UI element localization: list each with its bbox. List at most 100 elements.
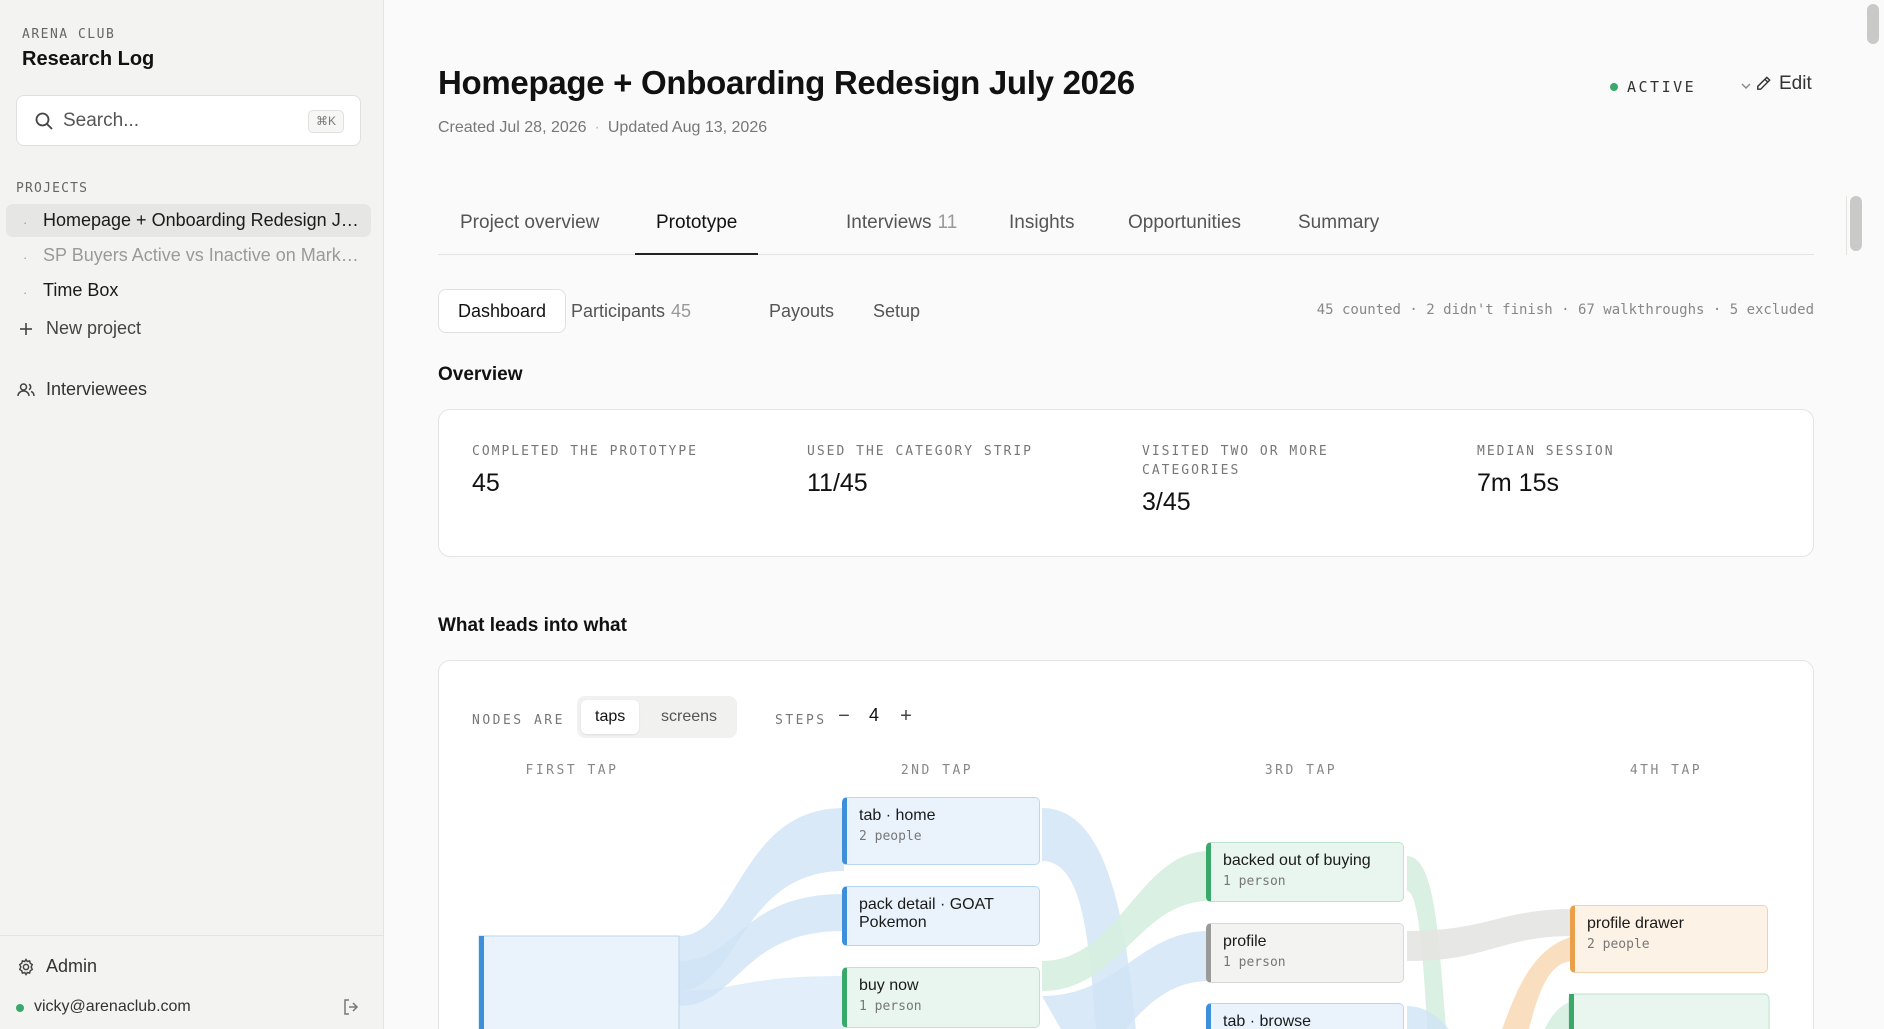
user-email: vicky@arenaclub.com — [34, 998, 191, 1015]
node-label: tab · home — [859, 807, 936, 824]
tab-project-overview[interactable]: Project overview — [460, 212, 599, 255]
window-scrollbar-thumb[interactable] — [1867, 4, 1879, 44]
sidebar-item-project[interactable]: · SP Buyers Active vs Inactive on Market… — [6, 239, 371, 272]
stat-label: VISITED TWO OR MORE CATEGORIES — [1142, 444, 1329, 478]
updated-date: Updated Aug 13, 2026 — [607, 119, 768, 136]
node-label: tab · browse — [1223, 1013, 1312, 1029]
subtab-participants[interactable]: Participants 45 — [551, 289, 711, 333]
flow-node[interactable]: pack detail · GOAT Pokemon — [842, 886, 1040, 946]
tab-label: Project overview — [460, 212, 600, 233]
node-label: buy now — [859, 977, 919, 994]
tabs-scrollbar[interactable] — [1846, 196, 1862, 255]
node-count: 1 person — [1223, 874, 1286, 889]
flow-node-4th-tap-green-accent — [1569, 994, 1574, 1029]
stat-completed: COMPLETED THE PROTOTYPE 45 — [472, 442, 772, 498]
subtab-dashboard[interactable]: Dashboard — [438, 289, 567, 333]
tab-count: 11 — [937, 212, 958, 233]
flow-heading: What leads into what — [438, 615, 627, 636]
sidebar-item-project[interactable]: · Homepage + Onboarding Redesign July 20… — [6, 204, 371, 237]
search-box[interactable]: ⌘K — [16, 95, 361, 146]
sidebar: ARENA CLUB Research Log ⌘K PROJECTS · Ho… — [0, 0, 384, 1029]
tab-summary[interactable]: Summary — [1298, 212, 1379, 255]
search-icon — [35, 112, 53, 130]
node-label: profile — [1223, 933, 1267, 950]
created-date: Created Jul 28, 2026 — [438, 119, 587, 136]
interviewees-label: Interviewees — [46, 379, 148, 399]
project-label: Time Box — [43, 280, 119, 300]
flow-node[interactable]: tab · home 2 people — [842, 797, 1040, 865]
flow-node[interactable]: profile 1 person — [1206, 923, 1404, 983]
pencil-icon — [1757, 76, 1771, 90]
prototype-subtabs: Dashboard Participants 45 Payouts Setup 4… — [438, 289, 1814, 333]
sidebar-item-interviewees[interactable]: Interviewees — [16, 375, 356, 405]
stat-label: MEDIAN SESSION — [1477, 444, 1615, 459]
search-shortcut: ⌘K — [307, 110, 344, 133]
tab-label: Opportunities — [1128, 212, 1242, 233]
subtab-label: Payouts — [769, 301, 835, 321]
flow-links — [478, 808, 1770, 1029]
subtab-setup[interactable]: Setup — [853, 289, 940, 333]
stat-value: 45 — [472, 469, 500, 497]
admin-link[interactable]: Admin — [16, 952, 356, 982]
stat-label: COMPLETED THE PROTOTYPE — [472, 444, 699, 459]
edit-label: Edit — [1779, 73, 1812, 94]
flow-node-first-tap — [478, 935, 680, 1029]
overview-heading: Overview — [438, 364, 523, 385]
tab-label: Insights — [1009, 212, 1075, 233]
tab-prototype[interactable]: Prototype — [635, 212, 759, 255]
sidebar-footer: Admin vicky@arenaclub.com — [0, 935, 383, 1029]
sidebar-item-project[interactable]: · Time Box — [6, 274, 371, 307]
subtab-label: Dashboard — [458, 301, 547, 321]
search-input[interactable] — [63, 107, 303, 135]
page-meta: Created Jul 28, 2026 · Updated Aug 13, 202… — [438, 119, 767, 137]
flow-node[interactable]: buy now 1 person — [842, 967, 1040, 1028]
flow-node[interactable]: tab · browse — [1206, 1003, 1404, 1029]
project-tabs: Project overview Prototype Interviews 11 … — [438, 196, 1862, 255]
tab-interviews[interactable]: Interviews 11 — [846, 212, 957, 255]
node-count: 1 person — [859, 999, 922, 1014]
plus-icon — [20, 323, 32, 335]
stat-two-categories: VISITED TWO OR MORE CATEGORIES 3/45 — [1142, 442, 1422, 517]
scrollbar-thumb[interactable] — [1850, 196, 1862, 251]
participant-counts: 45 counted · 2 didn't finish · 67 walkth… — [1316, 302, 1814, 318]
online-status-dot — [16, 1004, 24, 1012]
logout-icon[interactable] — [341, 997, 361, 1017]
org-name: ARENA CLUB — [22, 27, 116, 42]
bullet-icon: · — [23, 285, 28, 300]
new-project-button[interactable]: New project — [16, 314, 356, 344]
tab-opportunities[interactable]: Opportunities — [1128, 212, 1241, 255]
stat-value: 7m 15s — [1477, 469, 1559, 497]
project-label: SP Buyers Active vs Inactive on Marketpl… — [43, 245, 363, 265]
subtab-label: Setup — [873, 301, 921, 321]
node-count: 1 person — [1223, 955, 1286, 970]
node-label: profile drawer — [1587, 915, 1684, 932]
stat-value: 3/45 — [1142, 488, 1191, 516]
bullet-icon: · — [23, 250, 28, 265]
page-title: Homepage + Onboarding Redesign July 2026 — [438, 64, 1135, 101]
subtab-payouts[interactable]: Payouts — [749, 289, 854, 333]
stat-category-strip: USED THE CATEGORY STRIP 11/45 — [807, 442, 1107, 498]
status-badge: ACTIVE — [1627, 78, 1697, 96]
subtab-count: 45 — [671, 301, 692, 321]
meta-separator: · — [594, 119, 600, 136]
flow-link — [1544, 1001, 1574, 1029]
tab-label: Summary — [1298, 212, 1380, 233]
flow-node-first-tap-accent — [479, 936, 484, 1029]
node-label: backed out of buying — [1223, 852, 1371, 869]
tab-insights[interactable]: Insights — [1009, 212, 1074, 255]
main-content: Homepage + Onboarding Redesign July 2026… — [384, 0, 1884, 1029]
subtab-label: Participants — [571, 301, 666, 321]
stat-median-session: MEDIAN SESSION 7m 15s — [1477, 442, 1777, 498]
user-row: vicky@arenaclub.com — [16, 996, 361, 1020]
users-icon — [17, 383, 35, 397]
status-dot — [1610, 83, 1618, 91]
node-label: pack detail · GOAT Pokemon — [859, 896, 994, 931]
admin-label: Admin — [46, 956, 98, 976]
node-count: 2 people — [859, 829, 922, 844]
flow-node[interactable]: backed out of buying 1 person — [1206, 842, 1404, 902]
projects-section-label: PROJECTS — [16, 181, 89, 196]
chevron-down-icon — [1741, 83, 1751, 89]
node-count: 2 people — [1587, 937, 1650, 952]
tab-label: Interviews — [846, 212, 932, 233]
flow-node[interactable]: profile drawer 2 people — [1570, 905, 1768, 973]
